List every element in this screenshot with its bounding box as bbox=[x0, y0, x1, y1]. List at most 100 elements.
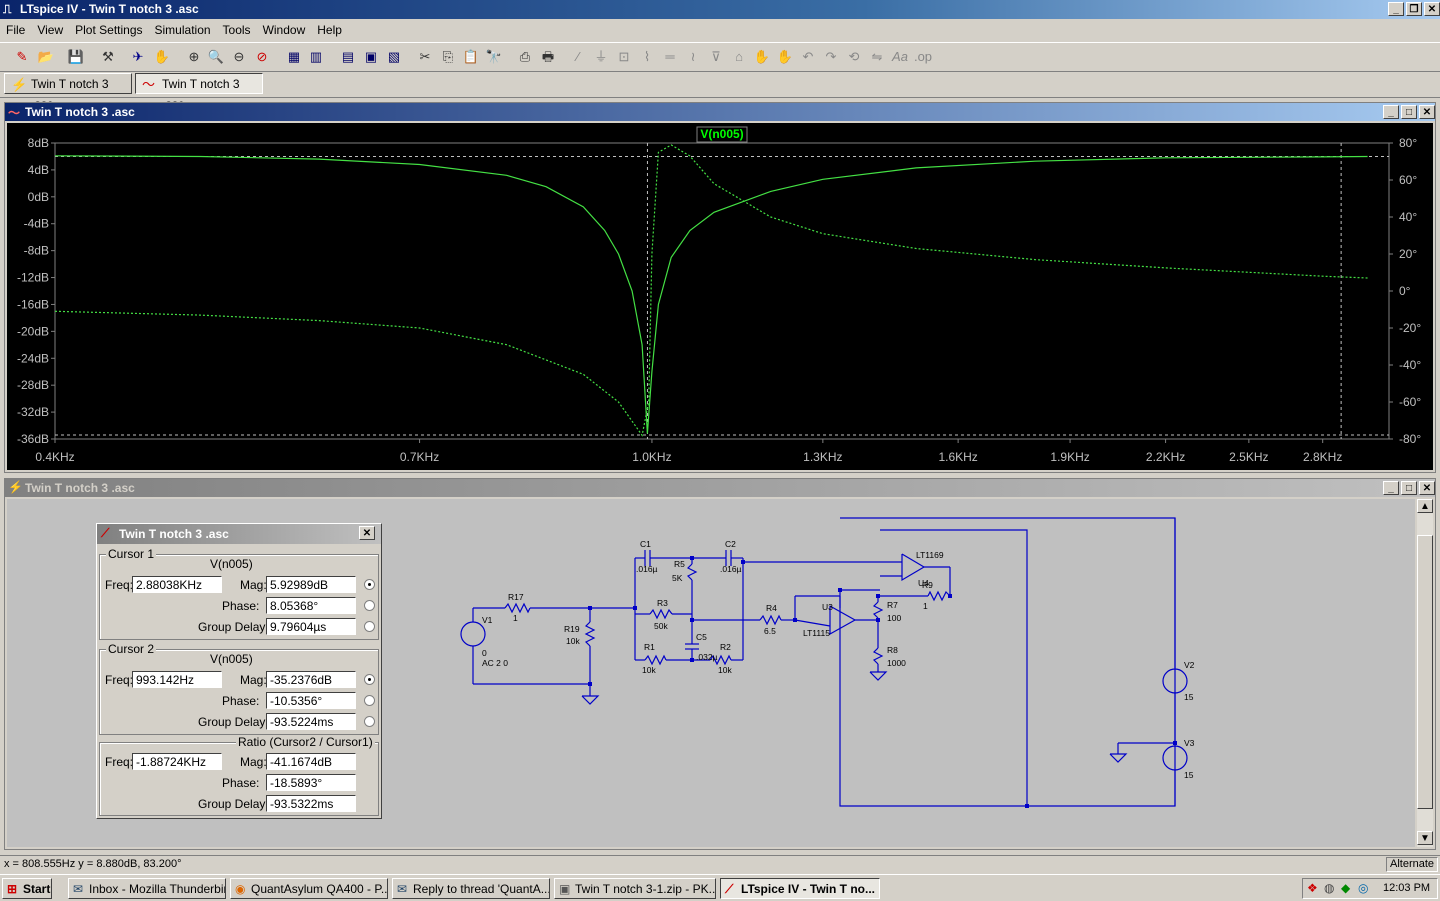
cursor2-freq-field[interactable]: 993.142Hz bbox=[132, 671, 222, 688]
save-icon[interactable]: 💾 bbox=[66, 47, 86, 67]
run-icon[interactable]: ✈ bbox=[128, 47, 148, 67]
plot-window: 〜 Twin T notch 3 .asc _ □ ✕ 8dB 4dB 0dB -4d… bbox=[4, 102, 1436, 473]
cursor1-gd-field[interactable]: 9.79604µs bbox=[266, 618, 356, 635]
control-panel-icon[interactable]: ⚒ bbox=[98, 47, 118, 67]
cursor2-phase-field[interactable]: -10.5356° bbox=[266, 692, 356, 709]
maximize-button[interactable]: □ bbox=[1401, 105, 1417, 119]
ratio-mag-field[interactable]: -41.1674dB bbox=[266, 753, 356, 770]
schematic-drawing[interactable]: V1 0 AC 2 0 R17 1 R19 10k C1 .016µ R5 5K… bbox=[440, 510, 1210, 830]
cursor1-phase-field[interactable]: 8.05368° bbox=[266, 597, 356, 614]
waveform-icon: 〜 bbox=[142, 77, 156, 92]
restore-button[interactable]: ❐ bbox=[1406, 2, 1422, 16]
tray-update-icon[interactable]: ◎ bbox=[1358, 881, 1368, 895]
cursor1-mag-radio[interactable] bbox=[364, 579, 375, 590]
scroll-thumb[interactable] bbox=[1417, 535, 1433, 809]
resistor-icon[interactable]: ⌇ bbox=[637, 47, 657, 67]
y-right-tick-label: 0° bbox=[1399, 284, 1411, 298]
menu-help[interactable]: Help bbox=[311, 23, 348, 37]
menu-file[interactable]: File bbox=[0, 23, 31, 37]
menu-plot-settings[interactable]: Plot Settings bbox=[69, 23, 148, 37]
cursor2-gd-radio[interactable] bbox=[364, 716, 375, 727]
ratio-freq-field[interactable]: -1.88724KHz bbox=[132, 753, 222, 770]
cursor1-freq-field[interactable]: 2.88038KHz bbox=[132, 576, 222, 593]
manual-limits-icon[interactable]: ▥ bbox=[306, 47, 326, 67]
minimize-button[interactable]: _ bbox=[1383, 105, 1399, 119]
task-pkzip[interactable]: ▣ Twin T notch 3-1.zip - PK... bbox=[554, 878, 716, 899]
diode-icon[interactable]: ⊽ bbox=[706, 47, 726, 67]
menu-tools[interactable]: Tools bbox=[217, 23, 257, 37]
cursor1-mag-field[interactable]: 5.92989dB bbox=[266, 576, 356, 593]
menu-simulation[interactable]: Simulation bbox=[149, 23, 217, 37]
print-icon[interactable]: 🖶 bbox=[538, 47, 558, 67]
label-net-icon[interactable]: ⊡ bbox=[614, 47, 634, 67]
toolbar: ✎ 📂 💾 ⚒ ✈ ✋ ⊕ 🔍 ⊖ ⊘ ▦ ▥ ▤ ▣ ▧ ✂ ⎘ 📋 🔭 ⎙ … bbox=[0, 42, 1440, 72]
vertical-scrollbar[interactable]: ▲ ▼ bbox=[1417, 499, 1433, 847]
tile-vertical-icon[interactable]: ▣ bbox=[361, 47, 381, 67]
trace-label[interactable]: V(n005) bbox=[700, 127, 743, 141]
cascade-icon[interactable]: ▧ bbox=[384, 47, 404, 67]
new-schematic-icon[interactable]: ✎ bbox=[12, 47, 32, 67]
rotate-icon[interactable]: ⟲ bbox=[844, 47, 864, 67]
start-button[interactable]: ⊞ Start bbox=[2, 878, 52, 899]
wire-icon[interactable]: ∕ bbox=[568, 47, 588, 67]
task-reply-thread[interactable]: ✉ Reply to thread 'QuantA... bbox=[392, 878, 550, 899]
pan-icon[interactable]: ✋ bbox=[152, 47, 172, 67]
move-icon[interactable]: ✋ bbox=[752, 47, 772, 67]
y-right-tick-label: -80° bbox=[1399, 432, 1421, 446]
ratio-phase-field[interactable]: -18.5893° bbox=[266, 774, 356, 791]
scroll-up-button[interactable]: ▲ bbox=[1417, 499, 1433, 513]
ratio-gd-field[interactable]: -93.5322ms bbox=[266, 795, 356, 812]
cursor1-phase-radio[interactable] bbox=[364, 600, 375, 611]
cursor2-mag-field[interactable]: -35.2376dB bbox=[266, 671, 356, 688]
cursor2-mag-radio[interactable] bbox=[364, 674, 375, 685]
zoom-area-icon[interactable]: ⊕ bbox=[184, 47, 204, 67]
zoom-back-icon[interactable]: 🔍 bbox=[206, 47, 226, 67]
redo-icon[interactable]: ↷ bbox=[821, 47, 841, 67]
close-button[interactable]: ✕ bbox=[1424, 2, 1440, 16]
inductor-icon[interactable]: ≀ bbox=[683, 47, 703, 67]
minimize-button[interactable]: _ bbox=[1383, 481, 1399, 495]
menu-view[interactable]: View bbox=[31, 23, 69, 37]
find-icon[interactable]: 🔭 bbox=[484, 47, 504, 67]
plot-window-titlebar: 〜 Twin T notch 3 .asc _ □ ✕ bbox=[5, 103, 1435, 121]
cursor2-gd-field[interactable]: -93.5224ms bbox=[266, 713, 356, 730]
paste-icon[interactable]: 📋 bbox=[461, 47, 481, 67]
autorange-icon[interactable]: ▦ bbox=[284, 47, 304, 67]
copy-icon[interactable]: ⎘ bbox=[438, 47, 458, 67]
cursor1-trace: V(n005) bbox=[210, 557, 253, 571]
print-preview-icon[interactable]: ⎙ bbox=[515, 47, 535, 67]
spice-directive-icon[interactable]: .op bbox=[913, 47, 933, 67]
ground-icon[interactable]: ⏚ bbox=[591, 47, 611, 67]
cursor2-phase-radio[interactable] bbox=[364, 695, 375, 706]
undo-icon[interactable]: ↶ bbox=[798, 47, 818, 67]
tray-security-icon[interactable]: ◆ bbox=[1341, 881, 1350, 895]
text-icon[interactable]: Aa bbox=[890, 47, 910, 67]
mirror-icon[interactable]: ⇋ bbox=[867, 47, 887, 67]
cursor1-gd-radio[interactable] bbox=[364, 621, 375, 632]
task-thunderbird[interactable]: ✉ Inbox - Mozilla Thunderbird bbox=[68, 878, 226, 899]
open-icon[interactable]: 📂 bbox=[36, 47, 56, 67]
close-button[interactable]: ✕ bbox=[1419, 105, 1435, 119]
task-firefox-quantasylum[interactable]: ◉ QuantAsylum QA400 - P... bbox=[230, 878, 388, 899]
task-ltspice[interactable]: ⟋ LTspice IV - Twin T no... bbox=[720, 878, 880, 899]
tray-app-icon[interactable]: ❖ bbox=[1307, 881, 1318, 895]
tray-network-icon[interactable]: ◍ bbox=[1324, 881, 1334, 895]
tab-waveform[interactable]: 〜 Twin T notch 3 .asc bbox=[135, 73, 263, 111]
close-button[interactable]: ✕ bbox=[359, 526, 375, 540]
component-icon[interactable]: ⌂ bbox=[729, 47, 749, 67]
menu-window[interactable]: Window bbox=[257, 23, 312, 37]
x-tick-label: 2.8KHz bbox=[1303, 450, 1342, 464]
tile-horizontal-icon[interactable]: ▤ bbox=[338, 47, 358, 67]
zoom-fit-icon[interactable]: ⊘ bbox=[252, 47, 272, 67]
capacitor-icon[interactable]: ═ bbox=[660, 47, 680, 67]
close-button[interactable]: ✕ bbox=[1419, 481, 1435, 495]
maximize-button[interactable]: □ bbox=[1401, 481, 1417, 495]
cursor2-trace: V(n005) bbox=[210, 652, 253, 666]
tab-schematic[interactable]: ⚡ Twin T notch 3 .asc bbox=[4, 73, 132, 111]
zoom-out-icon[interactable]: ⊖ bbox=[229, 47, 249, 67]
cut-icon[interactable]: ✂ bbox=[415, 47, 435, 67]
scroll-down-button[interactable]: ▼ bbox=[1417, 831, 1433, 845]
bode-plot[interactable]: 8dB 4dB 0dB -4dB -8dB -12dB -16dB -20dB -24dB -28… bbox=[7, 123, 1433, 470]
drag-icon[interactable]: ✋ bbox=[775, 47, 795, 67]
minimize-button[interactable]: _ bbox=[1388, 2, 1404, 16]
